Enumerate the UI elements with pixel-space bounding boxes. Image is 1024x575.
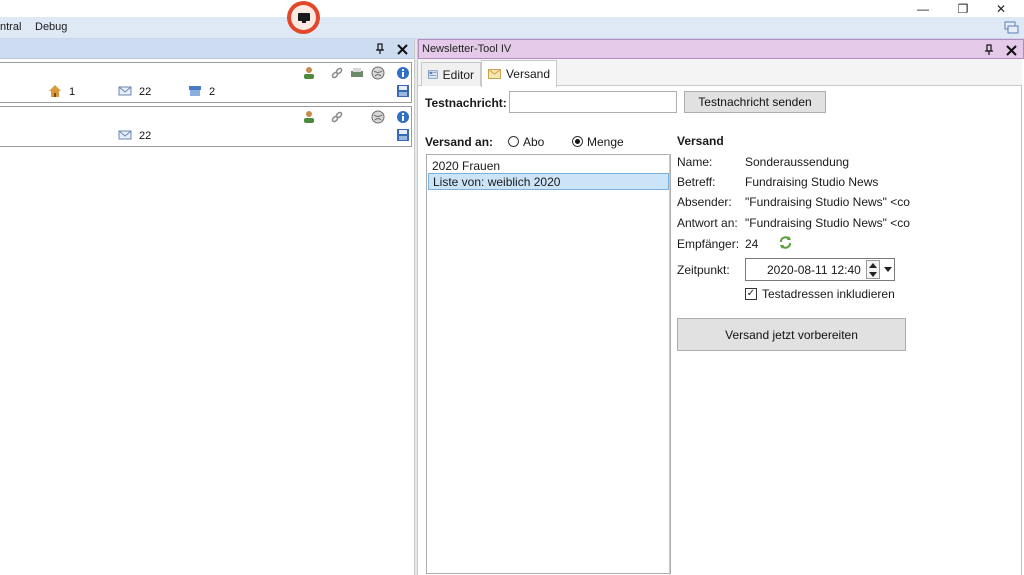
home-count: 1 — [69, 86, 76, 98]
mail-count: 22 — [139, 130, 152, 142]
close-icon[interactable] — [1004, 42, 1018, 58]
globe-icon[interactable] — [371, 110, 385, 124]
screen-record-icon[interactable] — [287, 1, 320, 34]
restore-button[interactable]: ❐ — [945, 0, 981, 17]
window-title-bar: — ❐ ✕ — [0, 0, 1024, 17]
monitor-icon — [297, 12, 310, 23]
link-icon[interactable] — [330, 66, 344, 80]
send-to-label: Versand an: — [425, 135, 494, 149]
subject-label: Betreff: — [677, 175, 716, 189]
archive-count: 2 — [209, 86, 216, 98]
close-window-button[interactable]: ✕ — [983, 0, 1019, 17]
record-card[interactable]: 1 22 2 — [0, 62, 412, 103]
printer-icon[interactable] — [350, 66, 364, 80]
test-message-label: Testnachricht: — [425, 96, 507, 110]
time-spinner[interactable] — [866, 260, 880, 279]
list-item-selected[interactable]: Liste von: weiblich 2020 — [428, 173, 669, 190]
pane-title: Newsletter-Tool IV — [422, 43, 512, 55]
editor-icon — [428, 70, 438, 79]
archive-icon — [189, 86, 201, 96]
refresh-icon[interactable] — [778, 235, 793, 250]
record-card[interactable]: 22 — [0, 106, 412, 147]
include-test-addresses-label[interactable]: Testadressen inkludieren — [762, 287, 895, 301]
mail-icon — [118, 86, 132, 96]
left-pane: 1 22 2 22 — [0, 39, 414, 575]
newsletter-tool-header: Newsletter-Tool IV — [418, 39, 1024, 59]
menu-bar: ntral Debug — [0, 17, 1024, 39]
mail-count: 22 — [139, 86, 152, 98]
reply-to-value: "Fundraising Studio News" <co — [745, 216, 910, 230]
pin-icon[interactable] — [982, 42, 996, 58]
chevron-down-icon[interactable] — [882, 260, 894, 279]
envelope-icon — [488, 69, 501, 79]
sender-label: Absender: — [677, 195, 732, 209]
save-icon[interactable] — [396, 128, 410, 142]
person-icon[interactable] — [302, 66, 316, 80]
send-time-picker[interactable]: 2020-08-11 12:40 — [745, 258, 895, 281]
menu-item-zentral[interactable]: ntral — [0, 21, 21, 33]
tab-versand[interactable]: Versand — [481, 60, 557, 87]
mail-icon — [118, 130, 132, 140]
tab-versand-label: Versand — [505, 67, 550, 81]
radio-abo[interactable] — [508, 136, 519, 147]
test-message-input[interactable] — [509, 91, 677, 113]
tab-strip: Editor Versand — [418, 59, 1022, 87]
tab-editor[interactable]: Editor — [421, 62, 481, 86]
pin-icon[interactable] — [373, 41, 387, 57]
send-time-label: Zeitpunkt: — [677, 263, 730, 277]
name-label: Name: — [677, 155, 713, 169]
link-icon[interactable] — [330, 110, 344, 124]
include-test-addresses-checkbox[interactable]: ✓ — [745, 288, 757, 300]
name-value: Sonderaussendung — [745, 155, 850, 169]
radio-abo-label[interactable]: Abo — [523, 135, 544, 149]
send-test-message-button[interactable]: Testnachricht senden — [684, 91, 826, 113]
home-icon — [49, 85, 61, 97]
radio-menge[interactable] — [572, 136, 583, 147]
windows-layout-icon[interactable] — [1003, 20, 1019, 36]
sender-value: "Fundraising Studio News" <co — [745, 195, 910, 209]
close-icon[interactable] — [395, 41, 409, 57]
recipients-value: 24 — [745, 237, 759, 251]
prepare-send-button[interactable]: Versand jetzt vorbereiten — [677, 318, 906, 351]
send-time-value: 2020-08-11 12:40 — [767, 263, 861, 277]
list-item[interactable]: 2020 Frauen — [428, 157, 669, 174]
info-icon[interactable] — [396, 66, 410, 80]
person-icon[interactable] — [302, 110, 316, 124]
column-divider — [669, 154, 670, 575]
left-pane-header — [0, 39, 414, 59]
recipients-label: Empfänger: — [677, 237, 740, 251]
globe-icon[interactable] — [371, 66, 385, 80]
save-icon[interactable] — [396, 84, 410, 98]
subject-value: Fundraising Studio News — [745, 175, 879, 189]
menu-item-debug[interactable]: Debug — [35, 21, 67, 33]
recipient-list[interactable]: 2020 Frauen Liste von: weiblich 2020 — [426, 154, 671, 574]
screen-record-inner — [291, 5, 316, 30]
newsletter-tool-pane: Newsletter-Tool IV Editor Versand Testna… — [418, 39, 1024, 575]
minimize-button[interactable]: — — [905, 0, 941, 17]
versand-heading: Versand — [677, 134, 724, 148]
info-icon[interactable] — [396, 110, 410, 124]
radio-menge-label[interactable]: Menge — [587, 135, 624, 149]
reply-to-label: Antwort an: — [677, 216, 738, 230]
tab-editor-label: Editor — [442, 67, 474, 82]
